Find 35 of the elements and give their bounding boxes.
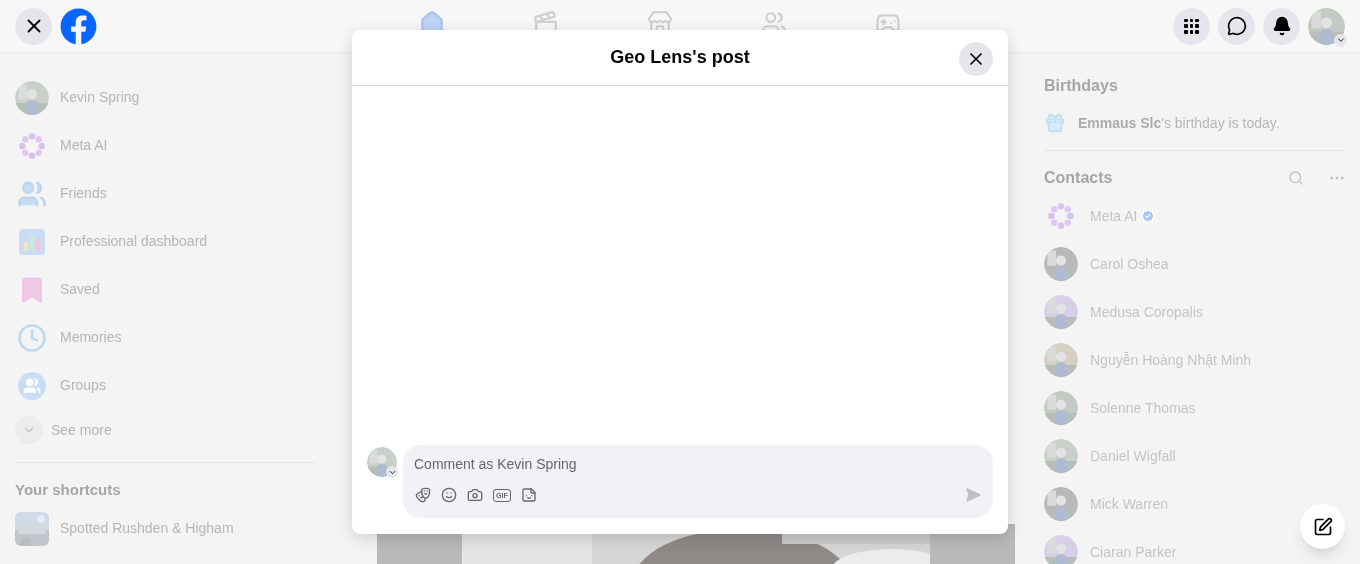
- new-message-button[interactable]: [1300, 504, 1345, 549]
- dialog-title: Geo Lens's post: [610, 46, 750, 69]
- ring-icon: [1046, 201, 1076, 231]
- section-heading: Your shortcuts: [15, 480, 122, 500]
- close-button[interactable]: [959, 42, 993, 76]
- section-heading: Birthdays: [1044, 76, 1119, 96]
- sidebar-item[interactable]: Professional dashboard: [15, 217, 330, 266]
- ring-icon: [17, 130, 47, 161]
- notifications-button[interactable]: [1263, 7, 1300, 45]
- messenger-button[interactable]: [1218, 7, 1255, 45]
- sidebar-item[interactable]: Groups: [15, 361, 330, 410]
- birthday-text: Emmaus Slc's birthday is today.: [1078, 113, 1280, 133]
- menu-button[interactable]: [1173, 7, 1210, 45]
- sidebar-item[interactable]: Saved: [15, 265, 330, 314]
- see-more-item[interactable]: See more: [15, 410, 330, 450]
- bell-icon: [1271, 16, 1292, 36]
- sidebar-item[interactable]: Meta AI: [15, 121, 330, 170]
- chat-bubble-icon: [1226, 16, 1247, 36]
- group-icon: [18, 371, 46, 400]
- chevron-icon[interactable]: [386, 466, 398, 478]
- camera-icon[interactable]: [467, 487, 483, 503]
- shortcut-item[interactable]: Spotted Rushden & Higham: [15, 511, 330, 546]
- bar-chart-icon: [19, 228, 45, 255]
- gift-icon: [1044, 112, 1066, 134]
- sidebar-item[interactable]: Friends: [15, 169, 330, 218]
- smiley-icon[interactable]: [441, 487, 457, 503]
- sticker-icon[interactable]: [520, 487, 537, 503]
- clock-icon: [17, 322, 47, 353]
- logo-icon[interactable]: [60, 7, 97, 45]
- sidebar-item[interactable]: Kevin Spring: [15, 73, 330, 122]
- sidebar-item[interactable]: Memories: [15, 313, 330, 362]
- section-heading: Contacts: [1044, 168, 1114, 188]
- pen-icon: [1312, 516, 1333, 537]
- mask-icon[interactable]: [415, 487, 431, 503]
- close-button[interactable]: [15, 7, 52, 45]
